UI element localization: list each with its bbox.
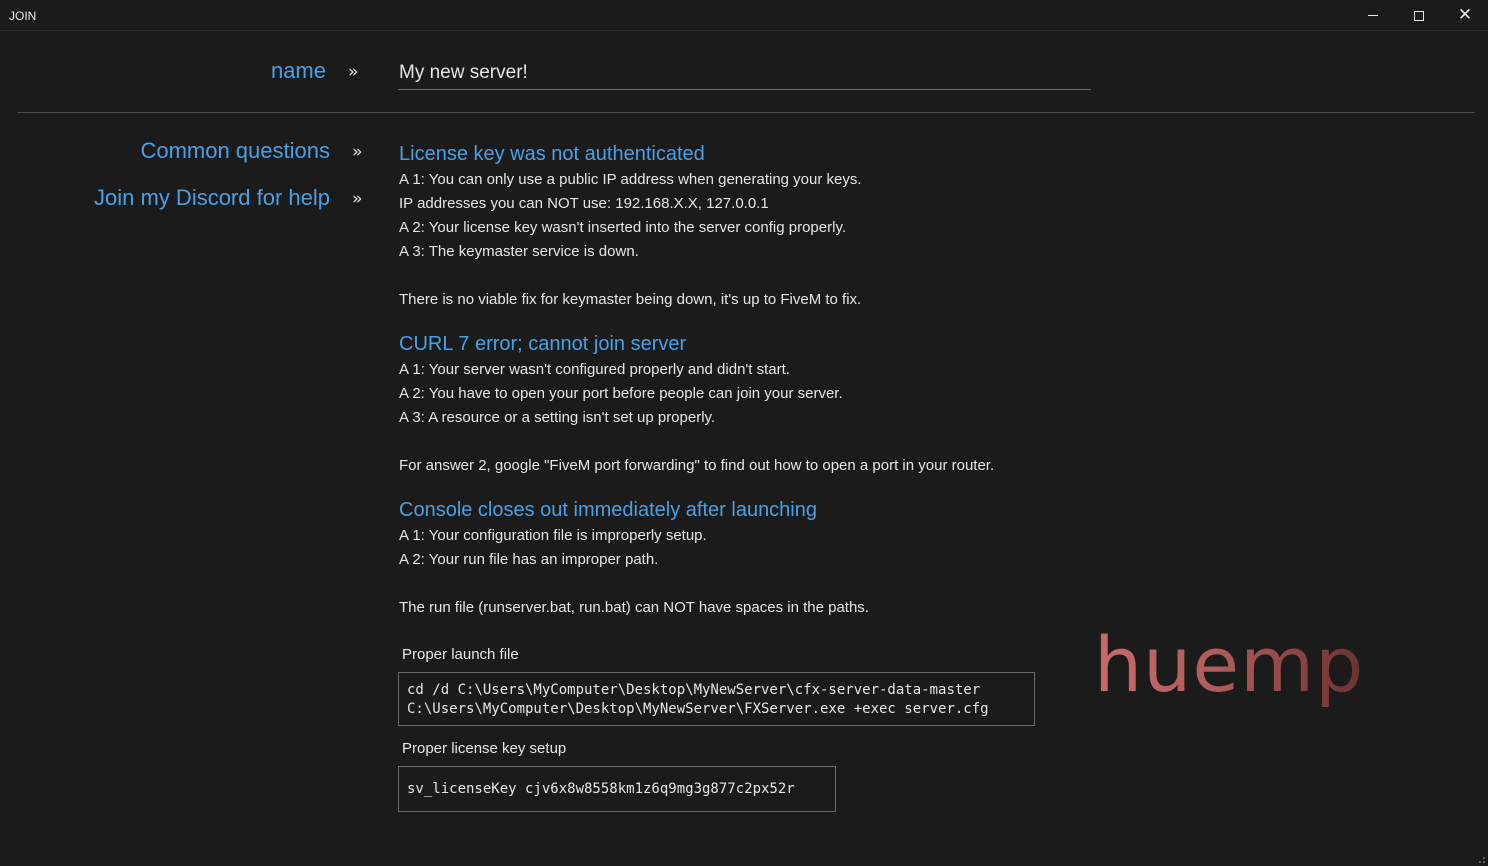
- chevron-right-icon: ››: [348, 62, 358, 82]
- faq-answer: IP addresses you can NOT use: 192.168.X.…: [399, 195, 769, 212]
- faq-answer: A 1: You can only use a public IP addres…: [399, 171, 862, 188]
- faq-note: For answer 2, google "FiveM port forward…: [399, 457, 995, 474]
- faq-title: CURL 7 error; cannot join server: [399, 333, 687, 355]
- resize-grip-icon[interactable]: [1476, 854, 1486, 864]
- minimize-icon: [1368, 15, 1378, 16]
- launch-file-line: cd /d C:\Users\MyComputer\Desktop\MyNewS…: [407, 682, 981, 698]
- faq-answer: A 1: Your configuration file is improper…: [399, 527, 707, 544]
- launch-file-code[interactable]: cd /d C:\Users\MyComputer\Desktop\MyNewS…: [398, 672, 1035, 726]
- close-icon: ✕: [1457, 5, 1473, 25]
- huemp-logo: huemp: [1094, 620, 1365, 709]
- name-label: name: [270, 58, 326, 83]
- minimize-button[interactable]: [1350, 0, 1396, 31]
- title-bar[interactable]: JOIN ✕: [0, 0, 1488, 31]
- license-key-code[interactable]: sv_licenseKey cjv6x8w8558km1z6q9mg3g877c…: [398, 766, 836, 812]
- maximize-button[interactable]: [1396, 0, 1442, 31]
- faq-title: Console closes out immediately after lau…: [399, 499, 817, 521]
- faq-answer: A 2: You have to open your port before p…: [399, 385, 843, 402]
- faq-note: There is no viable fix for keymaster bei…: [399, 291, 862, 308]
- server-name-input[interactable]: [398, 56, 1091, 90]
- faq-answer: A 2: Your license key wasn't inserted in…: [399, 219, 846, 236]
- license-setup-label: Proper license key setup: [402, 740, 567, 757]
- nav-common-questions[interactable]: Common questions: [0, 138, 330, 164]
- faq-note: The run file (runserver.bat, run.bat) ca…: [399, 599, 869, 616]
- divider: [17, 112, 1475, 113]
- launch-file-line: C:\Users\MyComputer\Desktop\MyNewServer\…: [407, 701, 989, 717]
- faq-title: License key was not authenticated: [399, 143, 705, 165]
- chevron-right-icon: ››: [352, 142, 362, 162]
- faq-answer: A 3: A resource or a setting isn't set u…: [399, 409, 716, 426]
- maximize-icon: [1414, 10, 1424, 21]
- close-button[interactable]: ✕: [1442, 0, 1488, 31]
- launch-file-label: Proper launch file: [402, 646, 519, 663]
- chevron-right-icon: ››: [352, 189, 362, 209]
- nav-join-discord[interactable]: Join my Discord for help: [0, 185, 330, 211]
- faq-answer: A 2: Your run file has an improper path.: [399, 551, 659, 568]
- faq-content: License key was not authenticated A 1: Y…: [399, 140, 1079, 620]
- faq-answer: A 3: The keymaster service is down.: [399, 243, 639, 260]
- window-title: JOIN: [9, 9, 37, 23]
- faq-answer: A 1: Your server wasn't configured prope…: [399, 361, 790, 378]
